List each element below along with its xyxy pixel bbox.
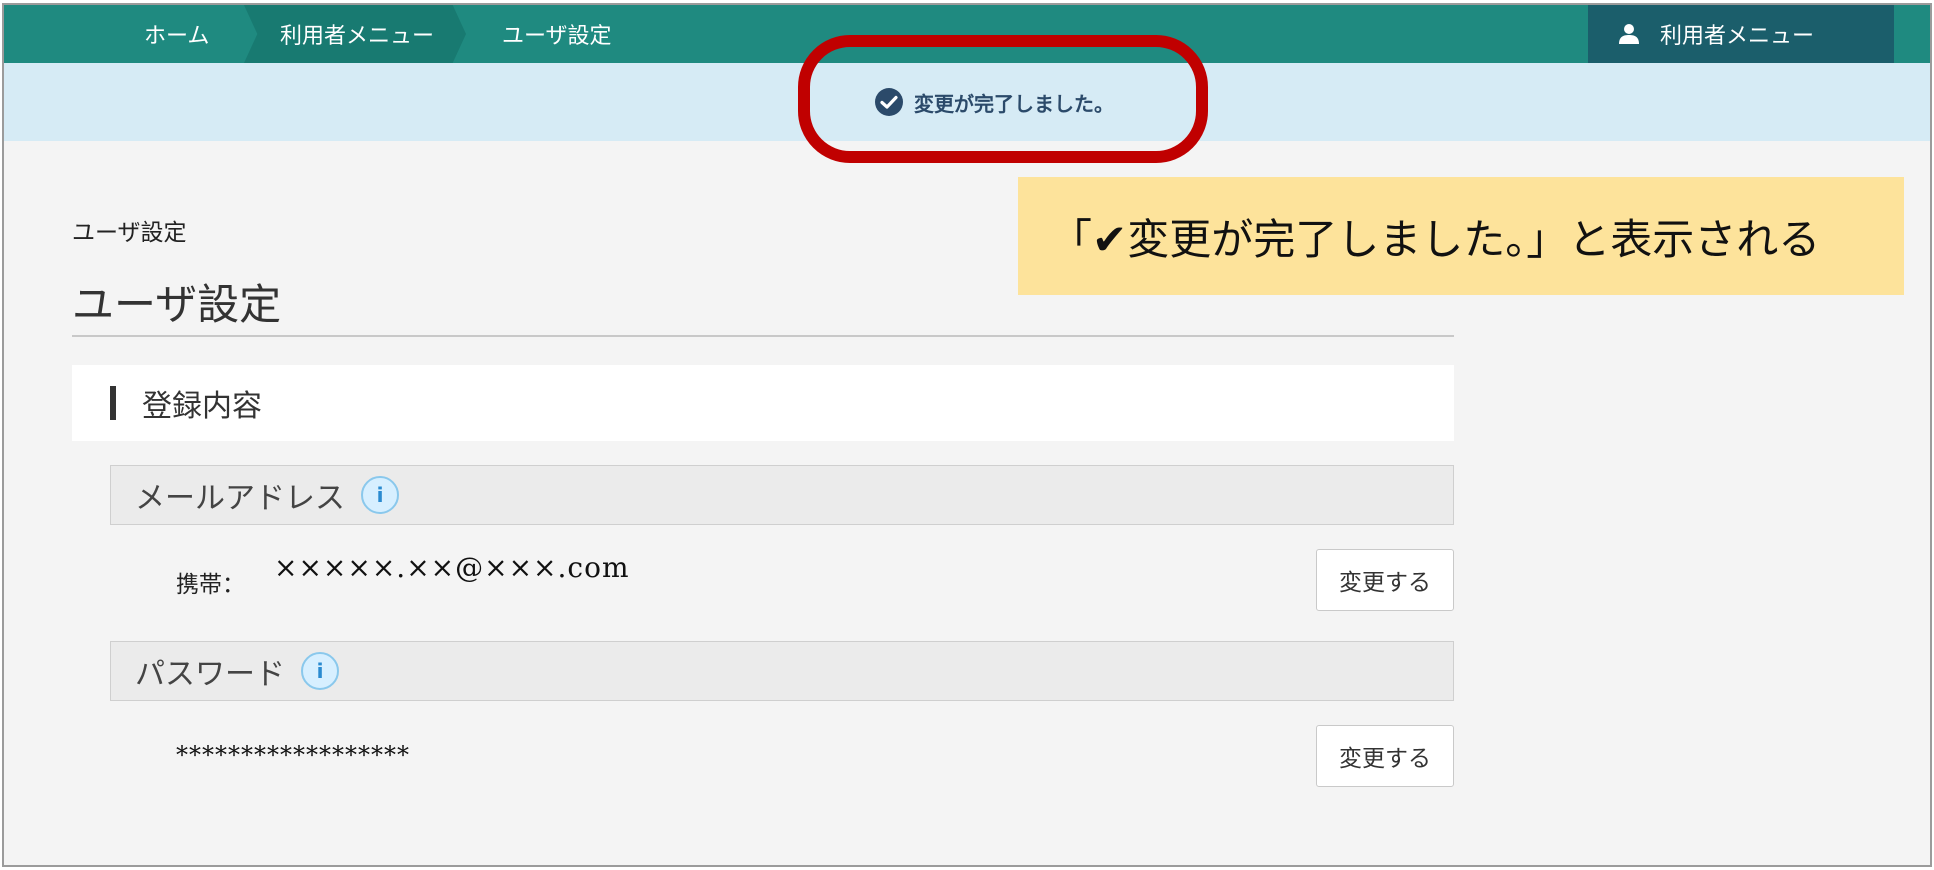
page-title: ユーザ設定: [72, 280, 282, 329]
breadcrumb-current: ユーザ設定: [502, 24, 612, 49]
password-label: パスワード: [135, 657, 285, 692]
annotation-callout: 「✔変更が完了しました。」と表示される: [1018, 177, 1904, 295]
change-email-button[interactable]: 変更する: [1316, 549, 1454, 611]
email-value: ×××××.××@×××.com: [274, 551, 630, 584]
change-password-button[interactable]: 変更する: [1316, 725, 1454, 787]
breadcrumb-home[interactable]: ホーム: [144, 5, 209, 63]
page-subtitle: ユーザ設定: [72, 220, 187, 246]
password-info-icon[interactable]: i: [301, 652, 339, 690]
user-menu-label: 利用者メニュー: [1660, 24, 1815, 49]
section-header-registration: 登録内容: [72, 365, 1454, 441]
title-divider: [72, 335, 1454, 337]
email-field-header: メールアドレス i: [110, 465, 1454, 525]
password-value: ******************: [176, 741, 410, 769]
section-marker: [110, 386, 116, 420]
email-info-icon[interactable]: i: [361, 476, 399, 514]
app-window: ホーム 利用者メニュー ユーザ設定 利用者メニュー 変更が完了しました。 「✔変…: [2, 3, 1932, 867]
password-field-header: パスワード i: [110, 641, 1454, 701]
section-title: 登録内容: [142, 389, 262, 424]
email-prefix: 携帯：: [176, 572, 245, 598]
user-icon: [1619, 24, 1639, 44]
email-label: メールアドレス: [135, 481, 345, 516]
user-menu-button[interactable]: 利用者メニュー: [1588, 5, 1894, 63]
highlight-ring: [798, 35, 1208, 163]
breadcrumb-user-menu[interactable]: 利用者メニュー: [244, 5, 466, 63]
